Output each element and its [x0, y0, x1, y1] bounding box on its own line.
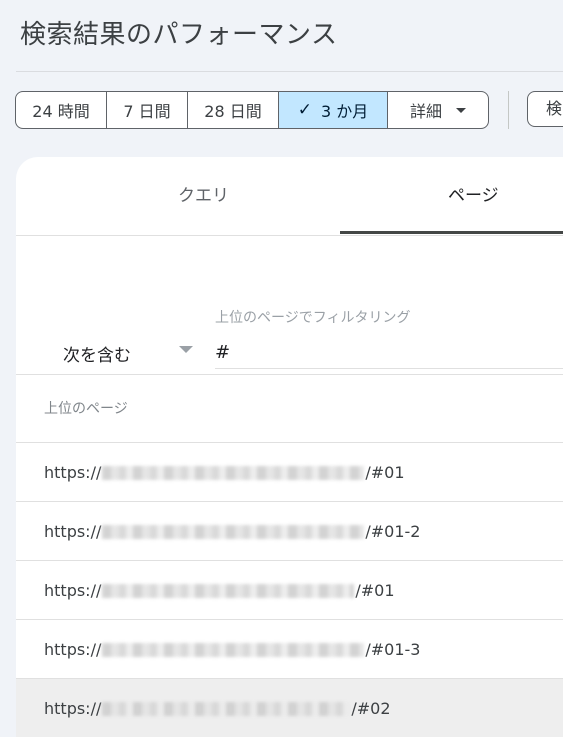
filter-divider [16, 374, 563, 375]
url-prefix: https:// [44, 699, 102, 718]
url-suffix: /#01-2 [365, 522, 421, 541]
results-card: クエリ ページ 上位のページでフィルタリング 次を含む # 上位のページ htt… [16, 157, 563, 737]
url-suffix: /#01-3 [365, 640, 421, 659]
redacted-url-image [102, 583, 355, 598]
redacted-url-image [102, 642, 365, 657]
table-row[interactable]: https:// /#01-2 [16, 501, 563, 560]
redacted-url-image [102, 701, 351, 716]
table-row[interactable]: https:// /#01-3 [16, 619, 563, 678]
filter-input[interactable]: # [215, 342, 230, 363]
filter-label: 上位のページでフィルタリング [215, 310, 411, 326]
check-icon: ✓ [297, 100, 312, 120]
page-url[interactable]: https:// /#01-2 [44, 522, 420, 541]
page-url[interactable]: https:// /#01-3 [44, 640, 420, 659]
dropdown-arrow-icon[interactable] [179, 346, 193, 353]
range-28d-button[interactable]: 28 日間 [188, 92, 279, 128]
page-title: 検索結果のパフォーマンス [20, 20, 338, 50]
toolbar-separator [508, 91, 509, 129]
url-suffix: /#01 [365, 463, 405, 482]
page-url[interactable]: https:// /#01 [44, 581, 395, 600]
tab-query[interactable]: クエリ [178, 181, 229, 206]
table-row[interactable]: https:// /#02 [16, 678, 563, 737]
url-prefix: https:// [44, 581, 102, 600]
page-url[interactable]: https:// /#02 [44, 699, 391, 718]
active-tab-indicator [340, 231, 563, 234]
range-24h-button[interactable]: 24 時間 [16, 92, 107, 128]
tab-page[interactable]: ページ [448, 181, 499, 206]
filter-input-underline [215, 368, 563, 369]
search-type-button[interactable]: 検 [527, 91, 563, 127]
range-7d-button[interactable]: 7 日間 [107, 92, 188, 128]
tab-divider [16, 235, 563, 236]
pages-table: https:// /#01 https:// /#01-2 https:// /… [16, 442, 563, 737]
table-row[interactable]: https:// /#01 [16, 442, 563, 501]
redacted-url-image [102, 465, 365, 480]
range-more-button[interactable]: 詳細 [388, 92, 488, 128]
caret-down-icon [456, 107, 466, 113]
range-3m-button[interactable]: ✓ 3 か月 [279, 92, 388, 128]
url-suffix: /#02 [351, 699, 391, 718]
title-divider [16, 71, 563, 72]
url-suffix: /#01 [355, 581, 395, 600]
page-url[interactable]: https:// /#01 [44, 463, 405, 482]
redacted-url-image [102, 524, 365, 539]
date-range-selector: 24 時間 7 日間 28 日間 ✓ 3 か月 詳細 [15, 91, 489, 129]
url-prefix: https:// [44, 640, 102, 659]
table-row[interactable]: https:// /#01 [16, 560, 563, 619]
range-more-label: 詳細 [409, 102, 442, 121]
range-3m-label: 3 か月 [320, 102, 369, 121]
column-header-top-pages[interactable]: 上位のページ [44, 398, 128, 418]
url-prefix: https:// [44, 522, 102, 541]
url-prefix: https:// [44, 463, 102, 482]
filter-operator-select[interactable]: 次を含む [63, 341, 131, 366]
